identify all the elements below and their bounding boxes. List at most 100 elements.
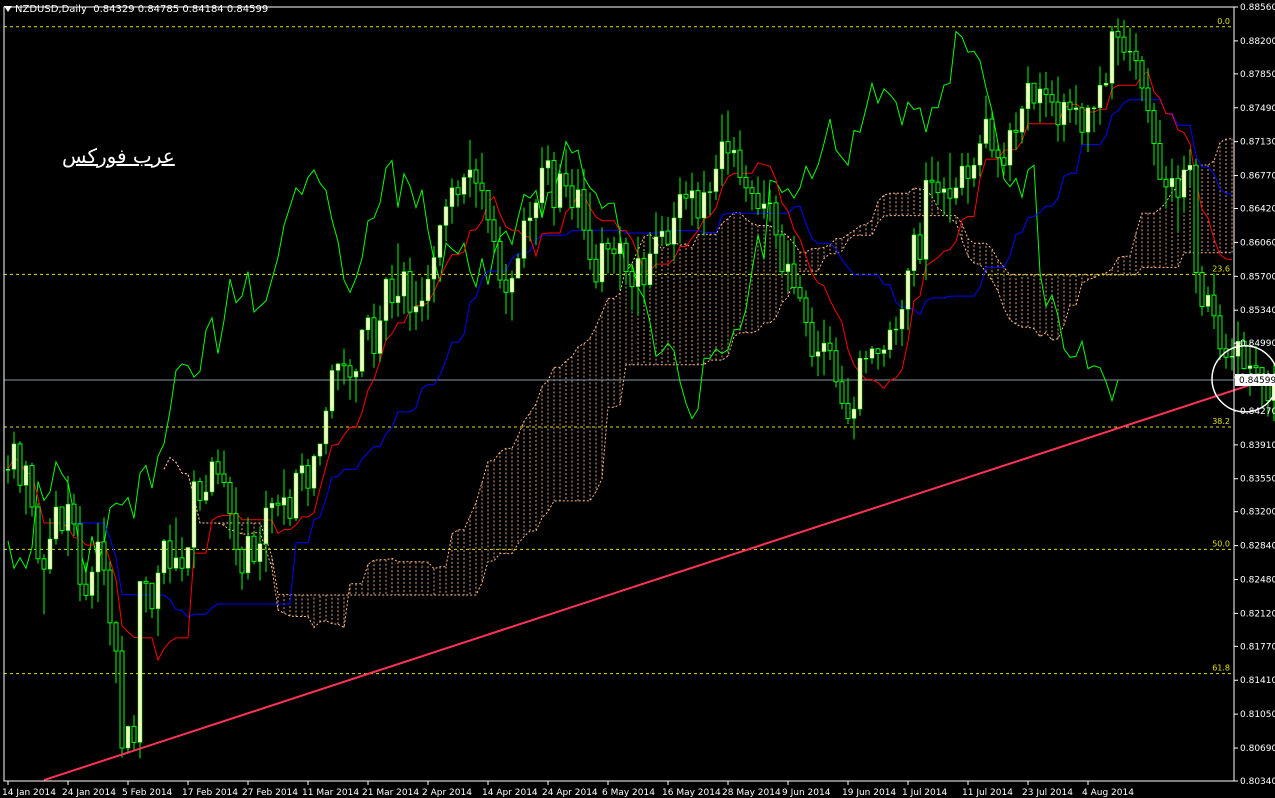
bull-candle <box>1169 178 1175 188</box>
time-tick-label: 6 May 2014 <box>602 788 655 798</box>
bear-candle <box>1151 110 1157 145</box>
bull-candle <box>245 535 251 574</box>
bull-candle <box>1019 108 1025 133</box>
price-tick-label: 0.87490 <box>1240 104 1275 114</box>
time-tick-label: 1 Jul 2014 <box>902 788 947 798</box>
price-tick-label: 0.82840 <box>1240 542 1275 552</box>
bear-candle <box>119 650 125 749</box>
bull-candle <box>863 357 869 360</box>
bear-candle <box>497 240 503 281</box>
bull-candle <box>191 481 197 548</box>
bull-candle <box>821 342 827 352</box>
bear-candle <box>1121 36 1127 53</box>
bull-candle <box>377 320 383 354</box>
bear-candle <box>605 242 611 250</box>
bear-candle <box>347 365 353 378</box>
price-tick-label: 0.84990 <box>1240 339 1275 349</box>
bear-candle <box>1145 87 1151 112</box>
dropdown-triangle-icon[interactable] <box>4 6 12 12</box>
bear-candle <box>623 242 629 273</box>
bull-candle <box>521 220 527 259</box>
bull-candle <box>161 540 167 574</box>
bull-candle <box>203 491 209 501</box>
bear-candle <box>485 190 491 221</box>
bull-candle <box>11 443 17 470</box>
bear-candle <box>71 503 77 525</box>
bull-candle <box>383 278 389 321</box>
bear-candle <box>29 465 35 508</box>
bear-candle <box>833 350 839 383</box>
bear-candle <box>749 187 755 194</box>
bull-candle <box>395 295 401 303</box>
bear-candle <box>989 118 995 151</box>
bear-candle <box>839 381 845 404</box>
bull-candle <box>761 203 767 209</box>
time-tick-label: 14 Jan 2014 <box>2 788 56 798</box>
bull-candle <box>47 538 53 570</box>
bear-candle <box>1193 164 1199 274</box>
bear-candle <box>569 185 575 209</box>
bear-candle <box>1139 60 1145 89</box>
price-tick-label: 0.82480 <box>1240 575 1275 585</box>
time-tick-label: 16 May 2014 <box>662 788 721 798</box>
bull-candle <box>659 230 665 238</box>
bear-candle <box>1031 82 1037 104</box>
bear-candle <box>305 465 311 489</box>
time-tick-label: 17 Feb 2014 <box>182 788 238 798</box>
bull-candle <box>575 189 581 208</box>
bull-candle <box>635 258 641 287</box>
bull-candle <box>1025 83 1031 109</box>
bull-candle <box>95 541 101 573</box>
watermark-text: عرب فوركس <box>62 144 175 168</box>
bull-candle <box>899 309 905 330</box>
price-tick-label: 0.86060 <box>1240 238 1275 248</box>
bear-candle <box>1217 315 1223 350</box>
bear-candle <box>227 482 233 515</box>
price-tick-label: 0.88200 <box>1240 37 1275 47</box>
price-tick-label: 0.87850 <box>1240 70 1275 80</box>
bull-candle <box>881 349 887 354</box>
bull-candle <box>545 160 551 169</box>
bear-candle <box>251 535 257 563</box>
bear-candle <box>947 188 953 199</box>
price-tick-label: 0.85340 <box>1240 306 1275 316</box>
bull-candle <box>365 317 371 331</box>
bear-candle <box>1133 50 1139 62</box>
bear-candle <box>17 443 23 486</box>
bear-candle <box>215 461 221 475</box>
fib-level-label: 61.8 <box>1212 664 1230 673</box>
price-tick-label: 0.87130 <box>1240 138 1275 148</box>
bear-candle <box>407 271 413 313</box>
bear-candle <box>593 258 599 283</box>
bull-candle <box>1127 51 1133 53</box>
bear-candle <box>809 321 815 357</box>
time-tick-label: 2 Apr 2014 <box>422 788 472 798</box>
bull-candle <box>155 572 161 609</box>
bull-candle <box>1187 164 1193 171</box>
bull-candle <box>713 168 719 192</box>
bear-candle <box>563 173 569 187</box>
bull-candle <box>539 167 545 204</box>
bull-candle <box>443 206 449 226</box>
bull-candle <box>983 118 989 144</box>
bull-candle <box>1007 130 1013 166</box>
bear-candle <box>917 234 923 260</box>
bear-candle <box>737 149 743 178</box>
bull-candle <box>599 243 605 283</box>
bull-candle <box>137 581 143 743</box>
bull-candle <box>953 187 959 199</box>
bull-candle <box>617 243 623 254</box>
chart-canvas[interactable]: 0.0 23.6 38.2 50.0 61.8 0.88560 0.88200 0.8785… <box>0 0 1275 798</box>
bull-candle <box>509 277 515 293</box>
bull-candle <box>857 357 863 410</box>
time-tick-label: 11 Mar 2014 <box>302 788 359 798</box>
price-tick-label: 0.86420 <box>1240 205 1275 215</box>
bear-candle <box>491 219 497 242</box>
bull-candle <box>185 547 191 569</box>
bull-candle <box>257 543 263 562</box>
bear-candle <box>389 278 395 304</box>
bear-candle <box>725 141 731 154</box>
bull-candle <box>263 507 269 544</box>
price-tick-label: 0.81770 <box>1240 642 1275 652</box>
bull-candle <box>911 234 917 271</box>
